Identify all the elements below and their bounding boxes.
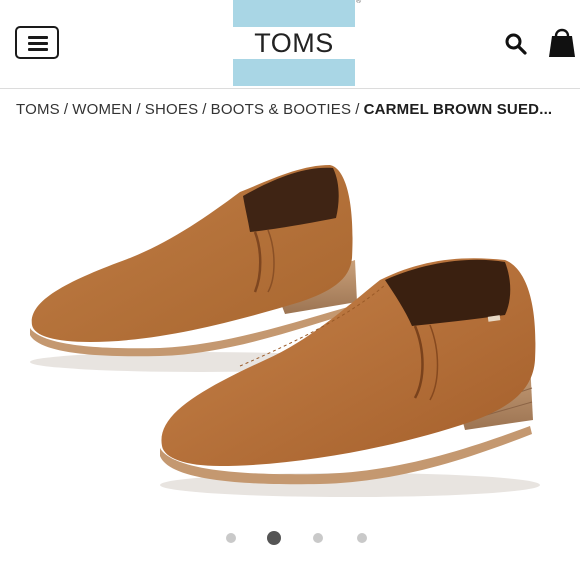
shoe-photo (30, 165, 540, 497)
carousel-dot-active[interactable] (267, 531, 281, 545)
logo-text: TOMS (254, 28, 334, 58)
menu-button[interactable] (15, 26, 59, 59)
breadcrumb-link-shoes[interactable]: SHOES (145, 101, 199, 118)
hamburger-menu-icon (28, 36, 48, 39)
carousel-dot[interactable] (313, 533, 323, 543)
carousel-dot[interactable] (357, 533, 367, 543)
breadcrumb-link-women[interactable]: WOMEN (72, 101, 132, 118)
breadcrumb-separator: / (63, 101, 69, 118)
search-icon (505, 33, 527, 55)
breadcrumb: TOMS / WOMEN / SHOES / BOOTS & BOOTIES / CARMEL … (16, 100, 572, 120)
menu-bar-bottom (28, 48, 48, 51)
search-button[interactable] (504, 32, 528, 56)
logo-stripe-bottom (233, 59, 355, 86)
logo-stripe-top (233, 0, 355, 27)
product-image[interactable] (0, 130, 580, 520)
shopping-bag-icon (549, 28, 575, 57)
breadcrumb-current: CARMEL BROWN SUED... (363, 101, 553, 118)
toms-logo[interactable]: TOMS ® (233, 0, 361, 86)
breadcrumb-separator: / (355, 101, 360, 118)
shopping-bag-button[interactable] (548, 26, 576, 58)
breadcrumb-separator: / (136, 101, 141, 118)
breadcrumb-link-boots-booties[interactable]: BOOTS & BOOTIES (211, 101, 352, 118)
menu-bar-middle (28, 42, 48, 45)
top-header: TOMS ® (0, 0, 580, 89)
logo-registered-mark: ® (356, 0, 362, 5)
breadcrumb-separator: / (202, 101, 207, 118)
carousel-pagination (0, 528, 580, 548)
carousel-dot[interactable] (226, 533, 236, 543)
breadcrumb-link-toms[interactable]: TOMS (16, 101, 60, 118)
